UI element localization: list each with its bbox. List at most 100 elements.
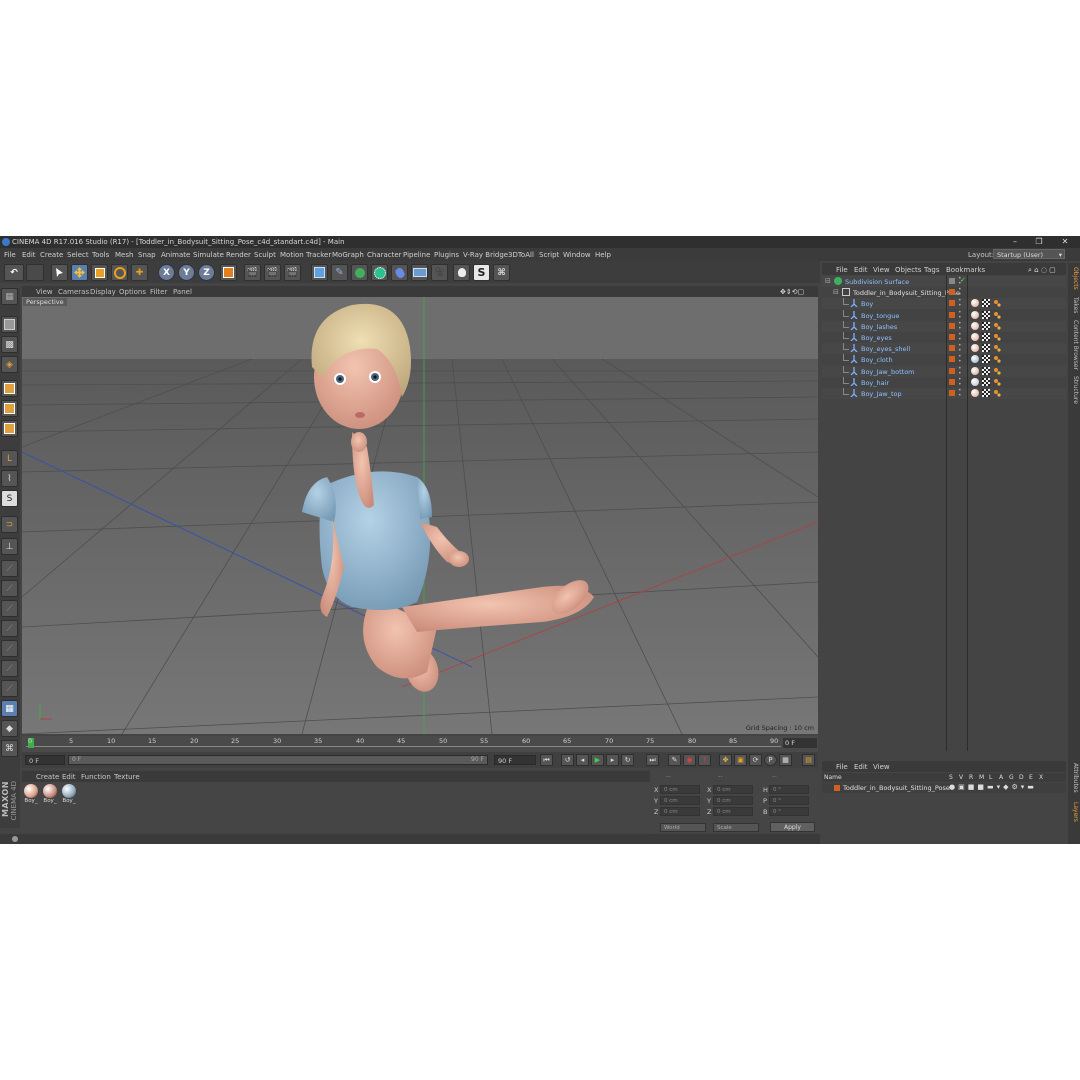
material-menu-function[interactable]: Function [81, 773, 111, 781]
python-console-icon[interactable]: ⌘ [1, 740, 18, 757]
workplane-mode-icon[interactable]: ◈ [1, 356, 18, 373]
object-row[interactable]: ⊟ Toddler_in_Bodysuit_Sitting_Pose • • [822, 287, 1066, 299]
enabled-check-icon[interactable]: ✓ [960, 276, 966, 284]
layer-color-swatch[interactable] [949, 289, 955, 296]
brush-icon[interactable]: ⟋ [1, 680, 18, 697]
object-row[interactable]: Boy_lashes • • [822, 320, 1066, 332]
viewport-navigation-icons[interactable]: ✥⇕⟲▢ [780, 288, 804, 296]
object-name[interactable]: Boy_cloth [861, 356, 893, 364]
grid-display-icon[interactable]: ▦ [1, 700, 18, 717]
texture-mode-icon[interactable]: ▩ [1, 336, 18, 353]
visibility-toggle-icon[interactable]: • • [958, 354, 962, 365]
object-name[interactable]: Boy_lashes [861, 323, 897, 331]
maximize-button[interactable]: ❐ [1032, 237, 1046, 247]
tweak-mode-icon[interactable]: ⌇ [1, 470, 18, 487]
autokey-icon[interactable]: ◉ [683, 754, 696, 766]
object-name[interactable]: Boy_tongue [861, 312, 899, 320]
rotate-tool-icon[interactable] [111, 264, 128, 281]
material-menu-edit[interactable]: Edit [62, 773, 76, 781]
menu-window[interactable]: Window [563, 251, 591, 259]
layer-color-swatch[interactable] [949, 300, 955, 307]
menu-edit[interactable]: Edit [22, 251, 36, 259]
tab-objects[interactable]: Objects [1069, 265, 1079, 291]
material-tag-icon[interactable] [971, 333, 979, 341]
lm-menu-view[interactable]: View [873, 763, 890, 771]
object-name[interactable]: Boy_eyes_shell [861, 345, 910, 353]
x-axis-lock-button[interactable]: X [158, 264, 175, 281]
stitch-icon[interactable]: ⟋ [1, 660, 18, 677]
phong-tag-icon[interactable] [993, 299, 1001, 307]
layer-color-swatch[interactable] [949, 356, 955, 363]
om-menu-bookmarks[interactable]: Bookmarks [946, 266, 985, 274]
material-swatch[interactable]: Boy_ [61, 784, 77, 806]
minimize-button[interactable]: – [1008, 237, 1022, 247]
uvw-tag-icon[interactable] [982, 344, 990, 353]
om-menu-view[interactable]: View [873, 266, 890, 274]
layer-icon[interactable]: ◆ [1, 720, 18, 737]
bevel-icon[interactable]: ⟋ [1, 600, 18, 617]
render-view-icon[interactable]: 🎬 [244, 264, 261, 281]
om-menu-tags[interactable]: Tags [924, 266, 940, 274]
object-row[interactable]: Boy_cloth • • [822, 354, 1066, 366]
menu-help[interactable]: Help [595, 251, 611, 259]
recent-tools-icon[interactable]: ✚ [131, 264, 148, 281]
object-name[interactable]: Boy_Jaw_top [861, 390, 902, 398]
y-axis-lock-button[interactable]: Y [178, 264, 195, 281]
menu-character[interactable]: Character [367, 251, 402, 259]
menu-simulate[interactable]: Simulate [193, 251, 224, 259]
previous-key-icon[interactable]: ↺ [561, 754, 574, 766]
object-name[interactable]: Subdivision Surface [845, 278, 909, 286]
layer-color-swatch[interactable] [949, 378, 955, 385]
object-row[interactable]: Boy_Jaw_top • • [822, 388, 1066, 399]
object-row[interactable]: Boy_tongue • • [822, 309, 1066, 321]
subdivision-surface-icon[interactable] [351, 264, 368, 281]
object-name[interactable]: Boy_eyes [861, 334, 892, 342]
expand-collapse-icon[interactable]: ⊟ [833, 288, 839, 296]
object-name[interactable]: Boy_Jaw_bottom [861, 368, 915, 376]
uvw-tag-icon[interactable] [982, 333, 990, 341]
material-tag-icon[interactable] [971, 355, 979, 364]
solo-mode-icon[interactable]: S [1, 490, 18, 507]
viewport-camera-label[interactable]: Perspective [23, 298, 67, 306]
go-to-end-icon[interactable]: ⏭ [646, 754, 659, 766]
layer-color-swatch[interactable] [949, 322, 955, 329]
redo-icon[interactable] [26, 264, 44, 281]
material-tag-icon[interactable] [971, 366, 979, 375]
menu-mesh[interactable]: Mesh [115, 251, 133, 259]
key-pla-icon[interactable]: ▦ [779, 754, 792, 766]
uvw-tag-icon[interactable] [982, 377, 990, 386]
rotation-b-field[interactable]: 0 ° [769, 807, 809, 816]
camera-icon[interactable]: 🎥 [431, 264, 448, 281]
layer-color-swatch[interactable] [949, 367, 955, 374]
cube-primitive-icon[interactable] [311, 264, 328, 281]
axis-mode-icon[interactable]: L [1, 450, 18, 467]
menu-motion-tracker[interactable]: Motion Tracker [280, 251, 331, 259]
polygons-mode-icon[interactable] [1, 420, 18, 437]
material-menu-create[interactable]: Create [36, 773, 59, 781]
uvw-tag-icon[interactable] [982, 366, 990, 375]
visibility-toggle-icon[interactable]: • • [958, 287, 962, 298]
material-swatch[interactable]: Boy_ [23, 784, 39, 806]
uvw-tag-icon[interactable] [982, 355, 990, 364]
visibility-toggle-icon[interactable]: • • [958, 298, 962, 309]
array-icon[interactable] [371, 264, 388, 281]
3d-viewport[interactable]: Perspective Grid Spacing : 10 cm [22, 297, 818, 734]
position-y-field[interactable]: 0 cm [660, 796, 700, 805]
move-tool-icon[interactable] [71, 264, 88, 281]
layer-name[interactable]: Toddler_in_Bodysuit_Sitting_Pose [843, 784, 950, 792]
undo-icon[interactable]: ↶ [4, 264, 24, 281]
expand-collapse-icon[interactable]: ⊟ [825, 277, 831, 285]
om-menu-file[interactable]: File [836, 266, 848, 274]
phong-tag-icon[interactable] [993, 311, 1001, 319]
menu-mograph[interactable]: MoGraph [332, 251, 364, 259]
record-keys-icon[interactable]: ✎ [668, 754, 681, 766]
layer-row[interactable]: Toddler_in_Bodysuit_Sitting_Pose ●▣■■▬▾◆… [822, 783, 1066, 793]
current-frame-field[interactable]: 0 F [783, 738, 817, 748]
visibility-toggle-icon[interactable]: • • [958, 376, 962, 387]
previous-frame-icon[interactable]: ◂ [576, 754, 589, 766]
visibility-toggle-icon[interactable]: • • [958, 365, 962, 376]
viewport-menu-display[interactable]: Display [90, 288, 116, 296]
layer-color-swatch[interactable] [949, 345, 955, 352]
extrude-icon[interactable]: ⟋ [1, 580, 18, 597]
menu-sculpt[interactable]: Sculpt [254, 251, 276, 259]
